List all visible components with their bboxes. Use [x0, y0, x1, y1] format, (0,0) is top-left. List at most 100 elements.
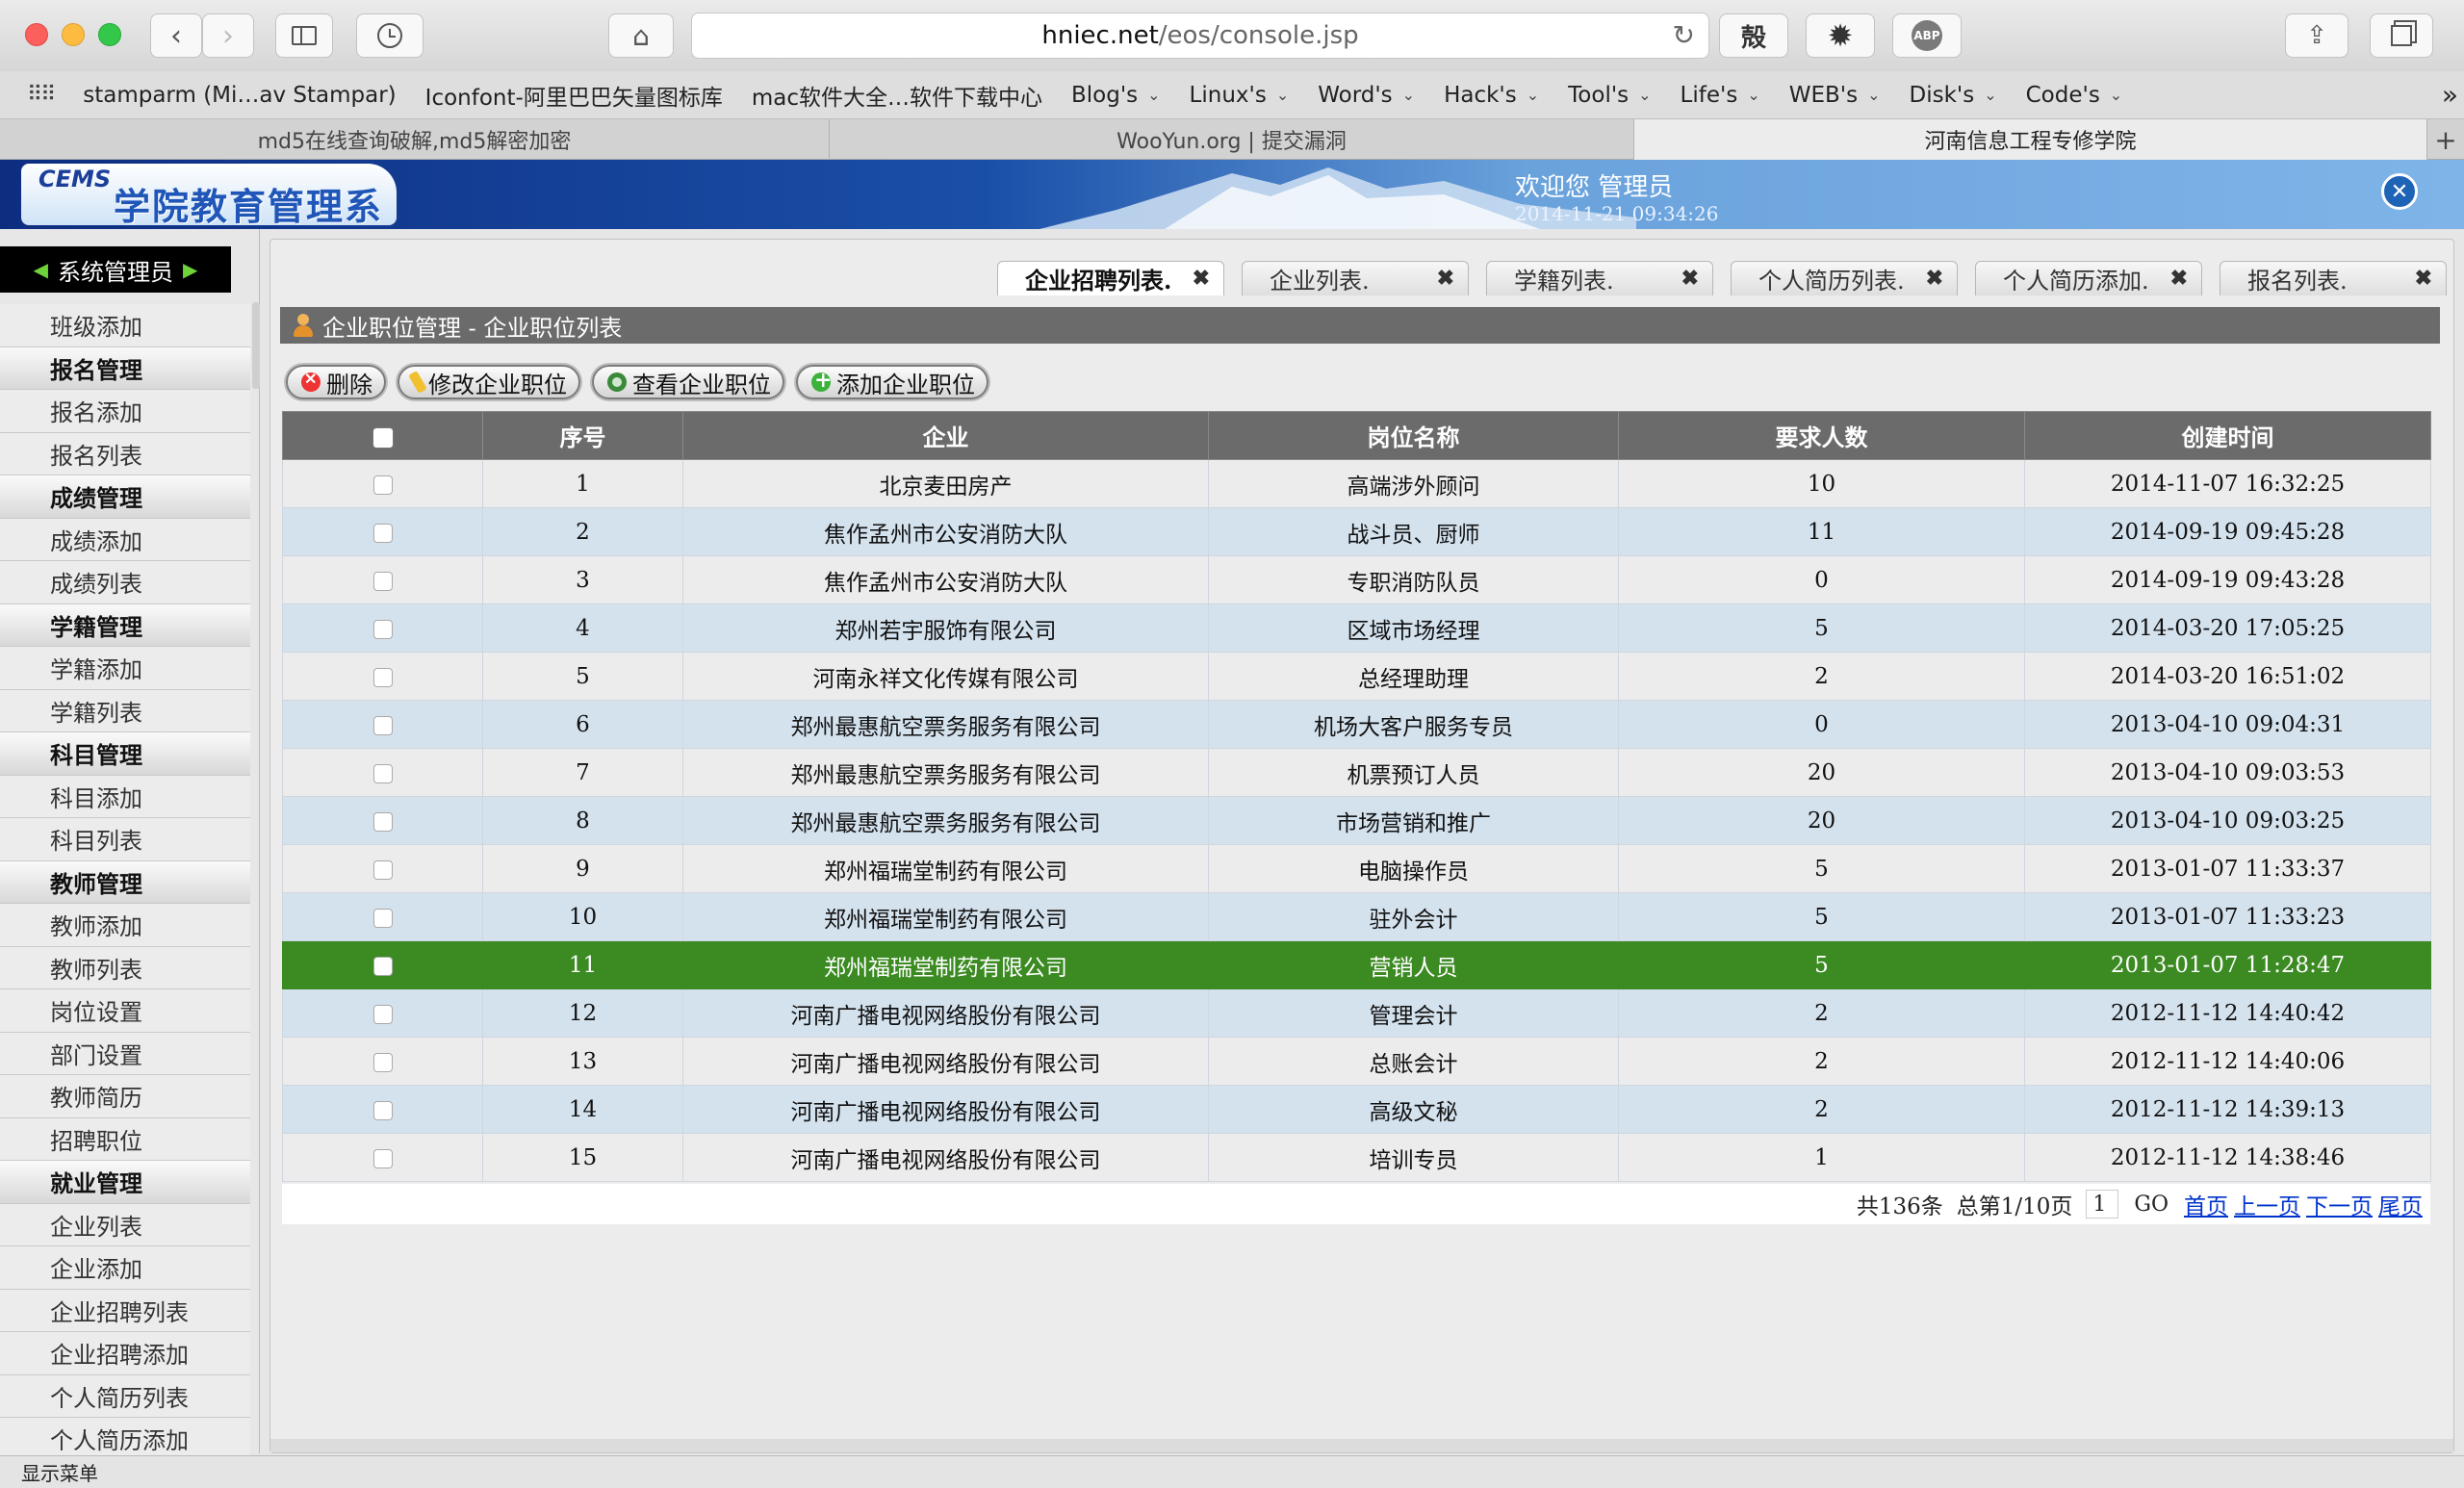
table-row[interactable]: 7 郑州最惠航空票务服务有限公司 机票预订人员 20 2013-04-10 09:03:…	[282, 748, 2431, 797]
bookmark-item[interactable]: Hack's ⌄	[1444, 79, 1539, 112]
row-checkbox[interactable]	[372, 859, 393, 880]
sidebar-item[interactable]: 学籍添加	[0, 647, 250, 690]
row-checkbox[interactable]	[372, 667, 393, 687]
table-row[interactable]: 14 河南广播电视网络股份有限公司 高级文秘 2 2012-11-12 14:39:13	[282, 1085, 2431, 1134]
sidebar-group-header[interactable]: 报名管理	[0, 346, 250, 390]
tab-close-icon[interactable]: ✖	[1681, 266, 1699, 291]
row-checkbox[interactable]	[372, 1100, 393, 1120]
sidebar-group-header[interactable]: 科目管理	[0, 732, 250, 776]
tabs-overview-button[interactable]	[2370, 13, 2433, 58]
share-button[interactable]: ⇪	[2285, 13, 2348, 58]
sidebar-item[interactable]: 科目列表	[0, 818, 250, 861]
sidebar-group-header[interactable]: 就业管理	[0, 1161, 250, 1204]
sidebar-group-header[interactable]: 教师管理	[0, 860, 250, 904]
table-row[interactable]: 9 郑州福瑞堂制药有限公司 电脑操作员 5 2013-01-07 11:33:37	[282, 844, 2431, 893]
bookmark-item[interactable]: Code's ⌄	[2026, 79, 2123, 112]
add-position-button[interactable]: 添加企业职位	[796, 365, 988, 399]
browser-tab-wooyun[interactable]: WooYun.org | 提交漏洞	[830, 119, 1634, 160]
row-checkbox[interactable]	[372, 571, 393, 591]
table-row[interactable]: 8 郑州最惠航空票务服务有限公司 市场营销和推广 20 2013-04-10 09:03…	[282, 796, 2431, 845]
sidebar-item[interactable]: 企业招聘列表	[0, 1289, 250, 1332]
sidebar-item[interactable]: 企业招聘添加	[0, 1332, 250, 1375]
row-checkbox[interactable]	[372, 908, 393, 928]
view-position-button[interactable]: 查看企业职位	[592, 365, 784, 399]
grid-icon[interactable]: ⠿⠿	[27, 83, 56, 107]
sidebar-item[interactable]: 成绩添加	[0, 518, 250, 561]
row-checkbox[interactable]	[372, 619, 393, 639]
extension-button[interactable]: ✹	[1806, 13, 1875, 58]
row-checkbox[interactable]	[372, 1004, 393, 1024]
address-bar[interactable]: hniec.net/eos/console.jsp ↻	[691, 13, 1709, 59]
bookmark-item[interactable]: Tool's ⌄	[1568, 79, 1651, 112]
table-row[interactable]: 10 郑州福瑞堂制药有限公司 驻外会计 5 2013-01-07 11:33:23	[282, 892, 2431, 941]
sidebar-item[interactable]: 成绩列表	[0, 561, 250, 604]
row-checkbox[interactable]	[372, 523, 393, 543]
table-row[interactable]: 4 郑州若宇服饰有限公司 区域市场经理 5 2014-03-20 17:05:25	[282, 603, 2431, 653]
content-tab[interactable]: 企业列表. ✖	[1242, 261, 1469, 295]
new-tab-button[interactable]: +	[2427, 119, 2464, 160]
column-header-no[interactable]: 序号	[482, 411, 683, 460]
bookmark-item[interactable]: Word's ⌄	[1318, 79, 1415, 112]
bookmark-item[interactable]: stamparm (Mi…av Stampar)	[83, 79, 396, 112]
bookmark-item[interactable]: Blog's ⌄	[1071, 79, 1161, 112]
row-checkbox[interactable]	[372, 715, 393, 735]
first-page-link[interactable]: 首页	[2184, 1188, 2228, 1220]
sidebar-item[interactable]: 学籍列表	[0, 689, 250, 732]
show-menu-text[interactable]: 显示菜单	[21, 1458, 98, 1486]
bookmark-item[interactable]: WEB's ⌄	[1789, 79, 1881, 112]
tab-close-icon[interactable]: ✖	[2170, 266, 2188, 291]
sidebar-item[interactable]: 招聘职位	[0, 1117, 250, 1161]
delete-button[interactable]: 删除	[286, 365, 386, 399]
sidebar-title[interactable]: ◀ 系统管理员 ▶	[0, 246, 231, 293]
table-row[interactable]: 2 焦作孟州市公安消防大队 战斗员、厨师 11 2014-09-19 09:45:28	[282, 507, 2431, 556]
table-row[interactable]: 15 河南广播电视网络股份有限公司 培训专员 1 2012-11-12 14:38:46	[282, 1133, 2431, 1182]
table-row[interactable]: 3 焦作孟州市公安消防大队 专职消防队员 0 2014-09-19 09:43:28	[282, 555, 2431, 604]
prev-page-link[interactable]: 上一页	[2234, 1188, 2300, 1220]
content-tab[interactable]: 个人简历列表. ✖	[1731, 261, 1958, 295]
reload-icon[interactable]: ↻	[1673, 19, 1695, 51]
tab-close-icon[interactable]: ✖	[1437, 266, 1454, 291]
horizontal-scrollbar[interactable]	[270, 1439, 2453, 1452]
content-tab[interactable]: 报名列表. ✖	[2220, 261, 2447, 295]
table-row[interactable]: 1 北京麦田房产 高端涉外顾问 10 2014-11-07 16:32:25	[282, 459, 2431, 508]
sidebar-group-header[interactable]: 学籍管理	[0, 603, 250, 647]
sidebar-item[interactable]: 教师列表	[0, 946, 250, 989]
content-tab[interactable]: 学籍列表. ✖	[1486, 261, 1713, 295]
history-button[interactable]	[356, 13, 424, 58]
sidebar-item[interactable]: 报名列表	[0, 432, 250, 475]
column-header-count[interactable]: 要求人数	[1618, 411, 2025, 460]
sidebar-item[interactable]: 班级添加	[0, 304, 250, 347]
back-button[interactable]: ‹	[150, 13, 202, 58]
column-header-company[interactable]: 企业	[682, 411, 1209, 460]
sidebar-toggle-button[interactable]	[275, 13, 333, 58]
sidebar-item[interactable]: 科目添加	[0, 775, 250, 818]
more-bookmarks-icon[interactable]: »	[2442, 79, 2458, 111]
next-page-link[interactable]: 下一页	[2306, 1188, 2373, 1220]
adblock-button[interactable]: ABP	[1892, 13, 1962, 58]
select-all-checkbox[interactable]	[372, 426, 394, 449]
table-row[interactable]: 11 郑州福瑞堂制药有限公司 营销人员 5 2013-01-07 11:28:47	[282, 940, 2431, 989]
go-button[interactable]: GO	[2132, 1193, 2170, 1217]
row-checkbox[interactable]	[372, 956, 393, 976]
tab-close-icon[interactable]: ✖	[2415, 266, 2432, 291]
row-checkbox[interactable]	[372, 475, 393, 495]
row-checkbox[interactable]	[372, 1148, 393, 1168]
column-header-position[interactable]: 岗位名称	[1208, 411, 1619, 460]
sidebar-item[interactable]: 个人简历列表	[0, 1374, 250, 1418]
window-close-button[interactable]	[25, 23, 48, 46]
row-checkbox[interactable]	[372, 811, 393, 832]
table-row[interactable]: 12 河南广播电视网络股份有限公司 管理会计 2 2012-11-12 14:40:42	[282, 988, 2431, 1038]
sidebar-item[interactable]: 岗位设置	[0, 989, 250, 1033]
page-number-input[interactable]: 1	[2086, 1190, 2119, 1219]
table-row[interactable]: 13 河南广播电视网络股份有限公司 总账会计 2 2012-11-12 14:40:06	[282, 1037, 2431, 1086]
edit-position-button[interactable]: 修改企业职位	[398, 365, 580, 399]
window-zoom-button[interactable]	[98, 23, 121, 46]
translate-extension-button[interactable]: 殻	[1719, 13, 1788, 58]
forward-button[interactable]: ›	[202, 13, 254, 58]
row-checkbox[interactable]	[372, 763, 393, 783]
sidebar-item[interactable]: 教师简历	[0, 1075, 250, 1118]
bookmark-item[interactable]: mac软件大全…软件下载中心	[752, 79, 1042, 112]
content-tab[interactable]: 企业招聘列表. ✖	[997, 261, 1224, 295]
sidebar-item[interactable]: 个人简历添加	[0, 1418, 250, 1461]
sidebar-item[interactable]: 企业列表	[0, 1203, 250, 1246]
